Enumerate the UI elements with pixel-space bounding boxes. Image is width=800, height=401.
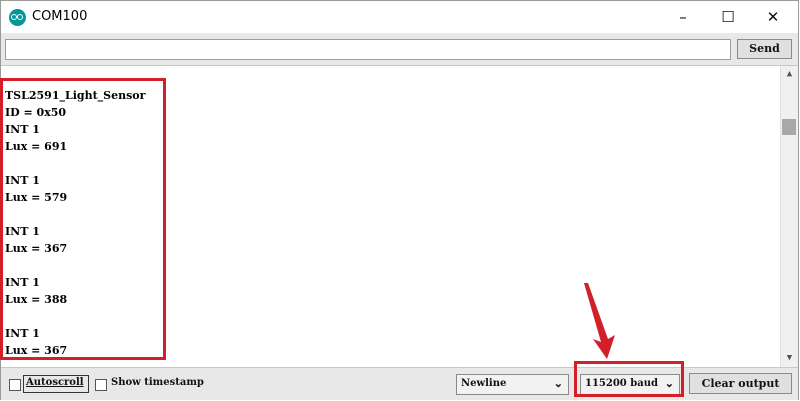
- maximize-icon[interactable]: ☐: [706, 3, 750, 31]
- clear-output-button[interactable]: Clear output: [689, 373, 792, 394]
- arduino-app-icon: [9, 9, 26, 26]
- scroll-up-icon[interactable]: ▲: [781, 66, 798, 83]
- chevron-down-icon: ⌄: [553, 377, 563, 390]
- title-bar: COM100 – ☐ ✕: [1, 1, 798, 33]
- timestamp-checkbox[interactable]: [95, 379, 107, 391]
- close-icon[interactable]: ✕: [751, 3, 795, 31]
- send-row: [1, 33, 798, 66]
- send-button[interactable]: Send: [737, 39, 792, 59]
- red-arrow-annotation: [584, 283, 615, 359]
- minimize-icon[interactable]: –: [661, 3, 705, 31]
- scroll-down-icon[interactable]: ▼: [781, 350, 798, 367]
- autoscroll-checkbox[interactable]: [9, 379, 21, 391]
- line-ending-value: Newline: [461, 378, 507, 389]
- timestamp-label[interactable]: Show timestamp: [111, 377, 204, 388]
- output-highlight-box: [0, 78, 166, 360]
- vertical-scrollbar[interactable]: ▲ ▼: [780, 66, 798, 367]
- send-input[interactable]: [5, 39, 731, 60]
- baud-highlight-box: [574, 361, 684, 397]
- line-ending-select[interactable]: Newline ⌄: [456, 374, 569, 395]
- window-title: COM100: [32, 9, 88, 24]
- autoscroll-label[interactable]: Autoscroll: [26, 377, 84, 388]
- scrollbar-thumb[interactable]: [782, 119, 796, 135]
